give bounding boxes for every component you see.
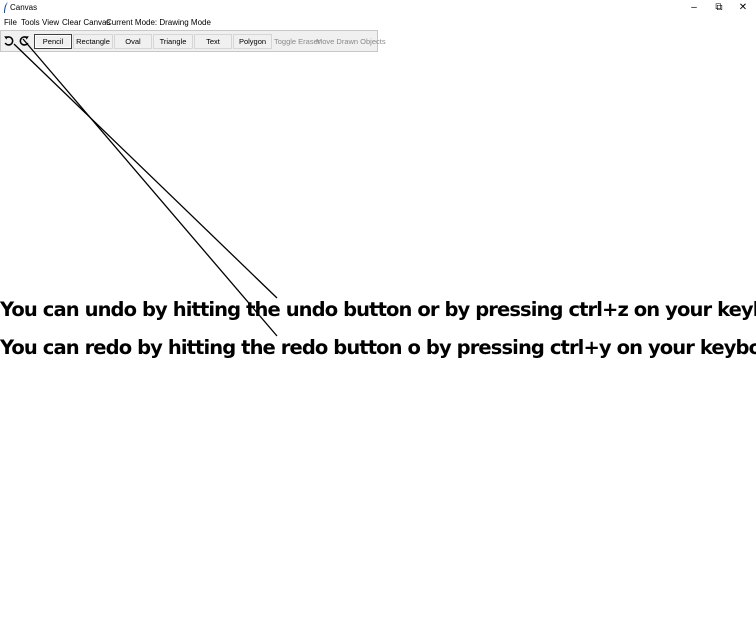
pencil-stroke [22,38,278,337]
pencil-stroke [13,43,278,299]
canvas-app-window: Canvas – ⧉ ✕ File Tools View Clear Canva… [0,0,756,627]
redo-instruction-text: You can redo by hitting the redo button … [0,336,756,359]
undo-instruction-text: You can undo by hitting the undo button … [0,298,756,321]
